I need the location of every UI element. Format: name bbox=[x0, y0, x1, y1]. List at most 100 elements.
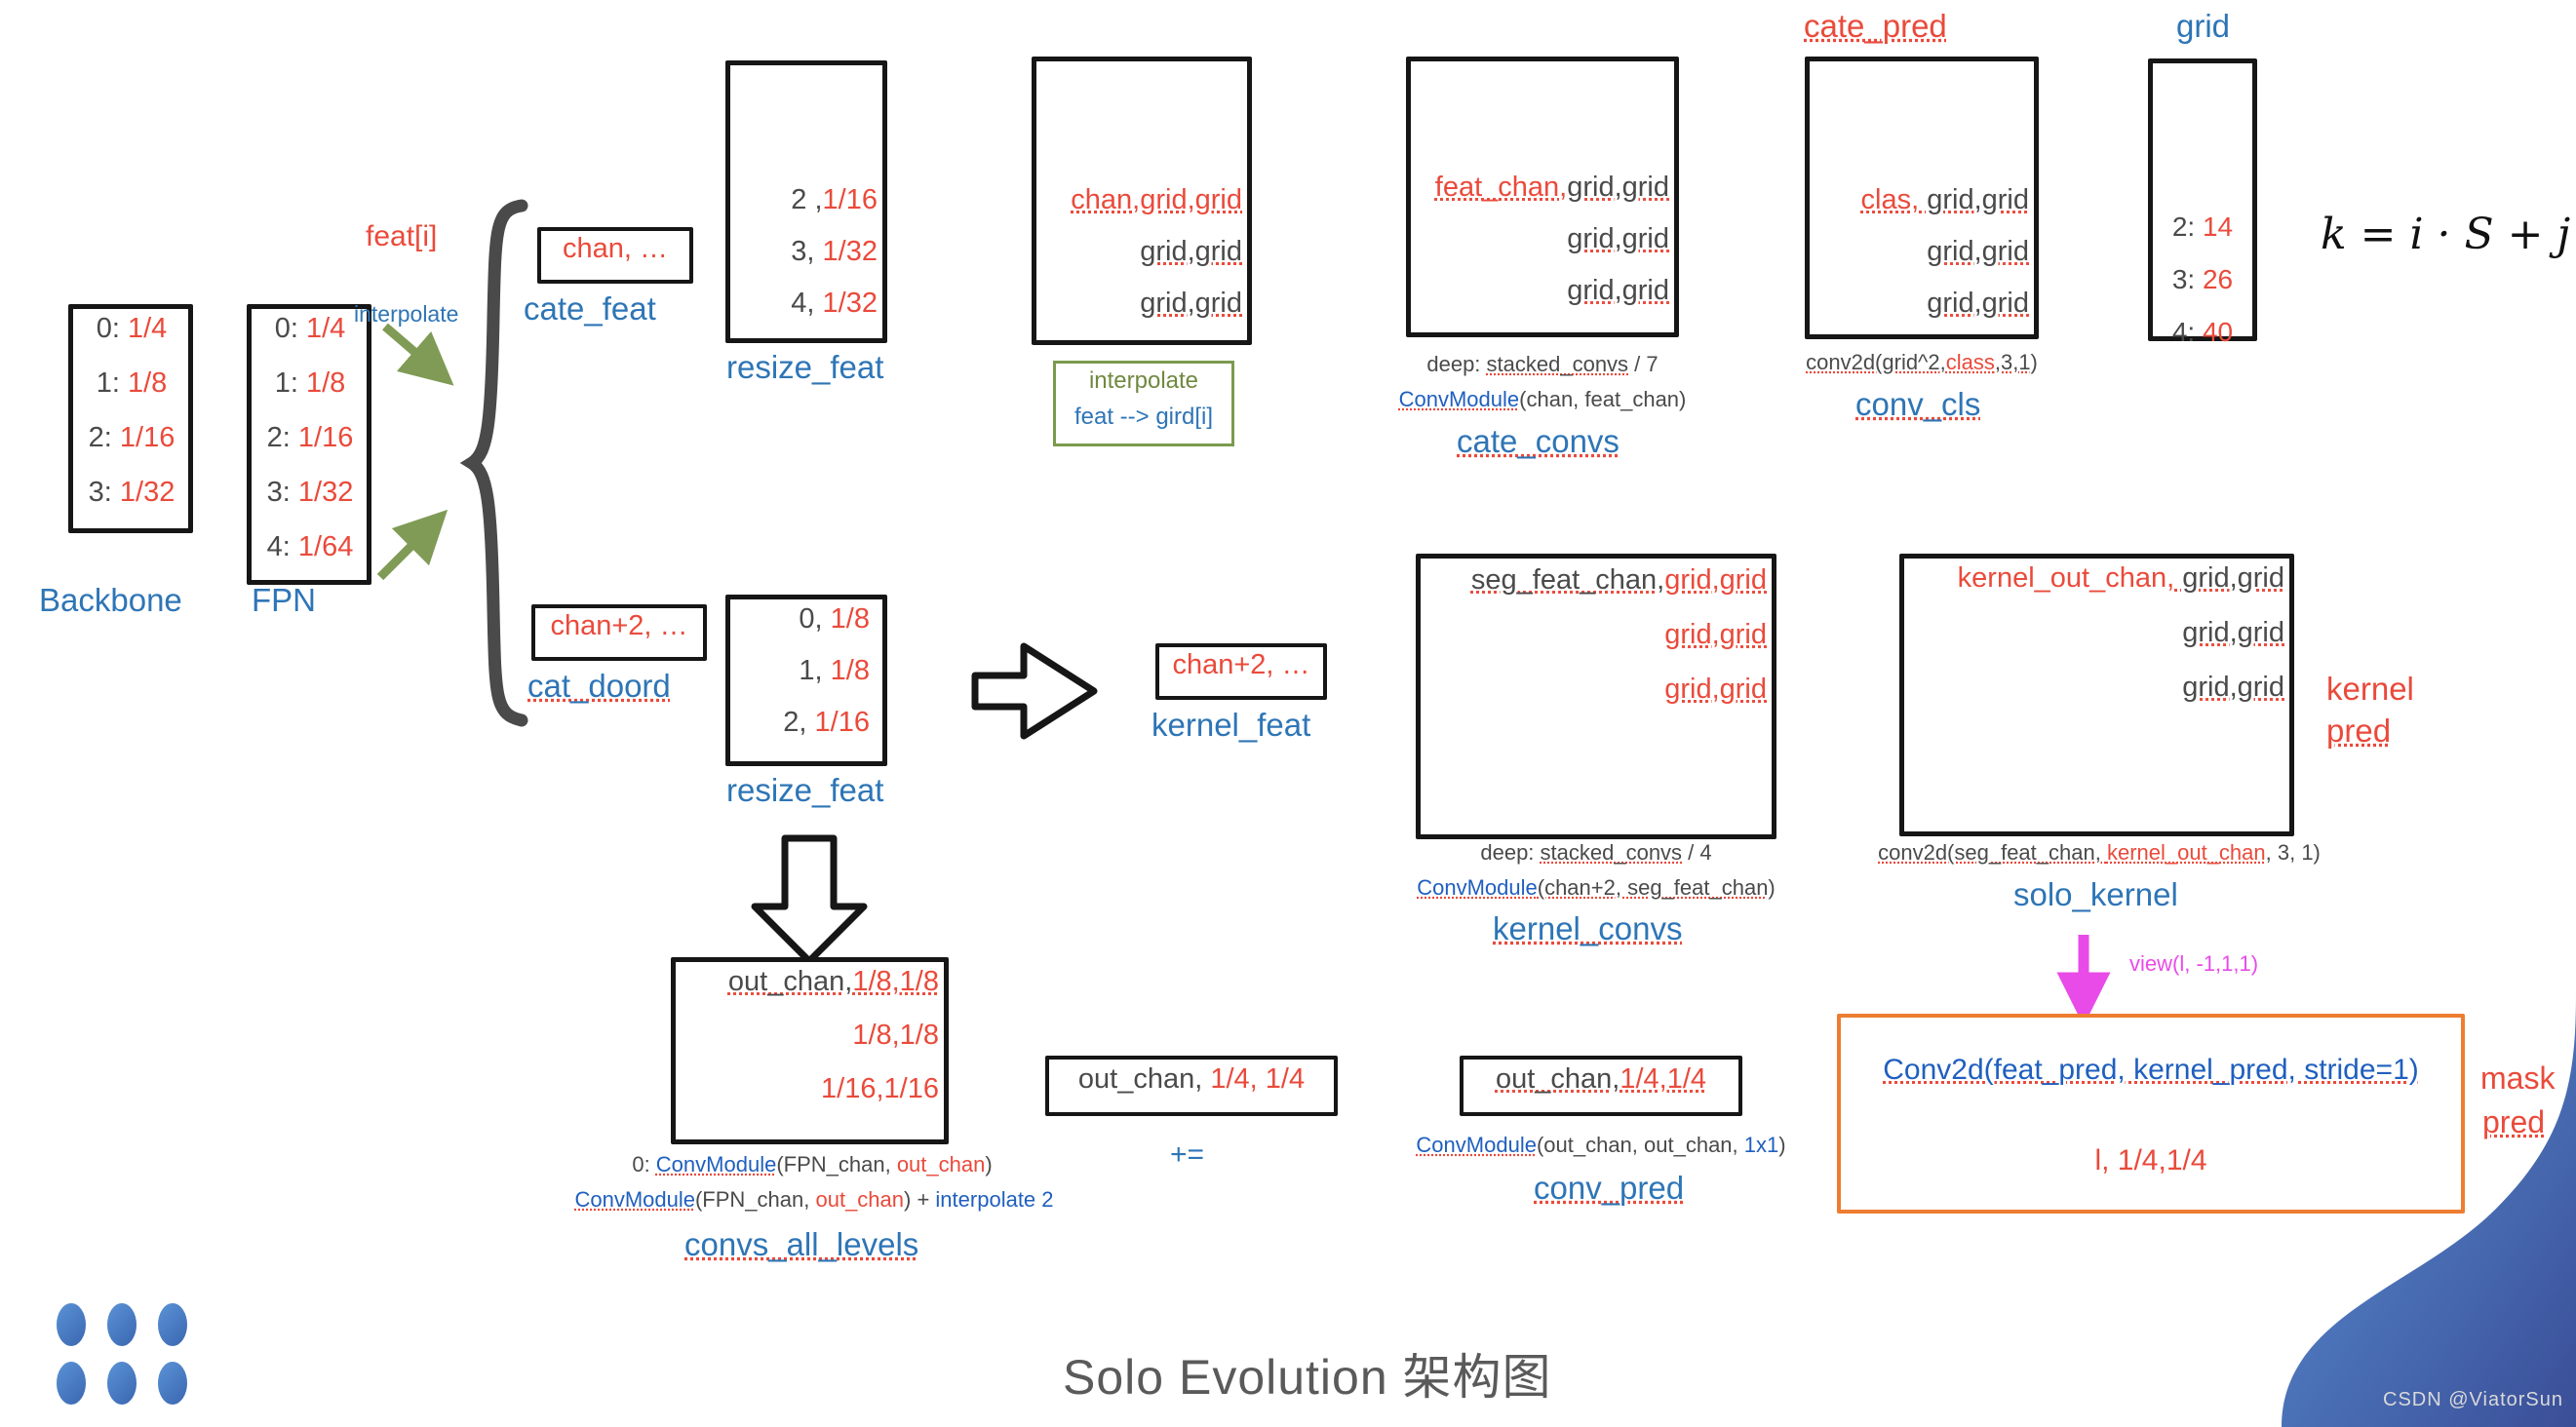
resize-feat-top-caption: resize_feat bbox=[726, 349, 884, 385]
resize-feat-bottom-caption: resize_feat bbox=[726, 772, 884, 808]
interpolate-note-line2: feat --> gird[i] bbox=[1073, 404, 1214, 430]
conv-pred-value-gray: out_chan, bbox=[1495, 1063, 1620, 1095]
fpn-row-1-index: 1: bbox=[274, 367, 298, 399]
backbone-row-0: 0: 1/4 bbox=[78, 314, 185, 343]
conv-cls-note-a: conv2d(grid^2, bbox=[1806, 350, 1946, 374]
backbone-caption: Backbone bbox=[39, 582, 182, 618]
fpn-row-4-index: 4: bbox=[266, 531, 291, 562]
conv-cls-caption: conv_cls bbox=[1855, 386, 1981, 422]
kernel-convs-row-0-head: seg_feat_chan, bbox=[1470, 564, 1665, 596]
resize-feat-top-row-2: 4, 1/32 bbox=[735, 289, 878, 318]
backbone-row-1-value: 1/8 bbox=[127, 367, 168, 399]
conv-pred-note-b: (out_chan, out_chan, bbox=[1536, 1133, 1744, 1157]
conv-pred-caption: conv_pred bbox=[1534, 1170, 1685, 1206]
kernel-convs-note1-a: deep: bbox=[1480, 840, 1541, 865]
kernel-convs-note2: ConvModule(chan+2, seg_feat_chan) bbox=[1396, 876, 1796, 899]
cate-convs-note2-a: ConvModule bbox=[1398, 387, 1520, 411]
mask-pred-line1: Conv2d(feat_pred, kernel_pred, stride=1) bbox=[1883, 1054, 2419, 1086]
kernel-feat-value: chan+2, … bbox=[1172, 649, 1310, 680]
resize-feat-bottom-row-2-index: 2, bbox=[783, 707, 807, 738]
fpn-row-3: 3: 1/32 bbox=[256, 478, 364, 507]
plus-equal-value-red: 1/4, 1/4 bbox=[1210, 1063, 1306, 1095]
grid-row-1-index: 3: bbox=[2171, 264, 2196, 294]
backbone-row-1: 1: 1/8 bbox=[78, 368, 185, 398]
fpn-row-0-index: 0: bbox=[274, 313, 298, 344]
cate-convs-note1: deep: stacked_convs / 7 bbox=[1386, 353, 1698, 375]
resize-feat-top-row-0-value: 1/16 bbox=[822, 184, 878, 215]
kernel-convs-note1: deep: stacked_convs / 4 bbox=[1396, 841, 1796, 864]
resize-feat-bottom-row-2: 2, 1/16 bbox=[733, 708, 870, 737]
backbone-row-0-value: 1/4 bbox=[127, 313, 168, 344]
cate-convs-row-1: grid,grid bbox=[1567, 223, 1669, 254]
view-label: view(l, -1,1,1) bbox=[2129, 951, 2259, 976]
kernel-pred-label-line1: kernel bbox=[2326, 671, 2414, 707]
grid-row-0: 2: 14 bbox=[2154, 212, 2251, 241]
backbone-row-1-index: 1: bbox=[96, 367, 120, 399]
cate-convs-note2-b: (chan, feat_chan) bbox=[1519, 387, 1687, 411]
conv-pred-value: out_chan,1/4,1/4 bbox=[1460, 1064, 1742, 1094]
convs-all-levels-note2-c: out_chan bbox=[815, 1187, 905, 1212]
cate-convs-row-0: feat_chan,grid,grid bbox=[1416, 173, 1669, 202]
fpn-row-1: 1: 1/8 bbox=[256, 368, 364, 398]
resize-feat-bottom-row-1-index: 1, bbox=[799, 655, 823, 686]
interpolate-note-line1: interpolate bbox=[1088, 367, 1199, 394]
cate-pred-label: cate_pred bbox=[1804, 8, 1947, 44]
conv-pred-note-a: ConvModule bbox=[1416, 1133, 1537, 1157]
fpn-row-3-value: 1/32 bbox=[297, 477, 354, 508]
backbone-row-2-index: 2: bbox=[88, 422, 112, 453]
resize-feat-top-row-2-index: 4, bbox=[791, 288, 815, 319]
cate-convs-caption: cate_convs bbox=[1457, 423, 1620, 459]
fpn-caption: FPN bbox=[252, 582, 316, 618]
conv-cls-note-c: ,3,1) bbox=[1994, 350, 2038, 374]
down-arrow-icon bbox=[751, 834, 868, 965]
convs-all-levels-row-0-tail: 1/8,1/8 bbox=[852, 966, 939, 997]
backbone-row-0-index: 0: bbox=[96, 313, 120, 344]
kernel-convs-note2-a: ConvModule bbox=[1417, 875, 1538, 900]
grid-box-caption: grid bbox=[2176, 8, 2231, 44]
conv-cls-row-0-tail: grid,grid bbox=[1919, 184, 2029, 215]
solo-kernel-note-a: conv2d(seg_feat_chan, bbox=[1878, 840, 2107, 865]
convs-all-levels-note1-b: ConvModule bbox=[655, 1152, 777, 1176]
convs-all-levels-note1: 0: ConvModule(FPN_chan, out_chan) bbox=[593, 1153, 1032, 1176]
solo-kernel-row-1: grid,grid bbox=[2182, 617, 2284, 648]
kernel-convs-caption: kernel_convs bbox=[1493, 910, 1683, 946]
conv-cls-note-b: class bbox=[1945, 350, 1995, 374]
conv-cls-row-2: grid,grid bbox=[1927, 288, 2029, 319]
kernel-convs-row-2: grid,grid bbox=[1664, 674, 1767, 705]
resize-feat-top-row-0-index: 2 , bbox=[791, 184, 823, 215]
solo-kernel-row-0-tail: grid,grid bbox=[2174, 562, 2284, 594]
solo-kernel-caption: solo_kernel bbox=[2013, 876, 2178, 912]
solo-kernel-note-b: kernel_out_chan bbox=[2106, 840, 2266, 865]
cate-convs-note1-b: stacked_convs bbox=[1486, 352, 1629, 376]
fpn-row-1-value: 1/8 bbox=[305, 367, 346, 399]
fpn-row-2-value: 1/16 bbox=[297, 422, 354, 453]
fpn-row-2: 2: 1/16 bbox=[256, 423, 364, 452]
resize-feat-bottom-row-1-value: 1/8 bbox=[830, 655, 870, 686]
resize-feat-bottom-row-2-value: 1/16 bbox=[814, 707, 870, 738]
backbone-row-3-index: 3: bbox=[88, 477, 112, 508]
conv-cls-row-1: grid,grid bbox=[1927, 236, 2029, 267]
watermark: CSDN @ViatorSun bbox=[2383, 1389, 2563, 1410]
backbone-row-3-value: 1/32 bbox=[119, 477, 176, 508]
convs-all-levels-note2-e: interpolate 2 bbox=[935, 1187, 1054, 1212]
cate-convs-note1-a: deep: bbox=[1426, 352, 1487, 376]
fpn-row-4-value: 1/64 bbox=[297, 531, 354, 562]
conv-pred-note: ConvModule(out_chan, out_chan, 1x1) bbox=[1416, 1134, 1786, 1156]
convs-all-levels-note1-e: ) bbox=[985, 1152, 993, 1176]
mask-pred-label-line1: mask bbox=[2480, 1061, 2556, 1096]
convs-all-levels-row-0-head: out_chan, bbox=[727, 966, 853, 997]
backbone-row-3: 3: 1/32 bbox=[78, 478, 185, 507]
solo-kernel-row-2: grid,grid bbox=[2182, 672, 2284, 703]
convs-all-levels-note1-d: out_chan bbox=[896, 1152, 986, 1176]
plus-equal-caption: += bbox=[1170, 1138, 1205, 1171]
interp-grid-row-0: chan,grid,grid bbox=[1071, 184, 1242, 215]
convs-all-levels-note1-a: 0: bbox=[632, 1152, 656, 1176]
resize-feat-bottom-row-1: 1, 1/8 bbox=[733, 656, 870, 685]
fpn-row-0: 0: 1/4 bbox=[256, 314, 364, 343]
resize-feat-top-row-2-value: 1/32 bbox=[822, 288, 878, 319]
kernel-feat-caption: kernel_feat bbox=[1151, 707, 1311, 743]
grid-row-1: 3: 26 bbox=[2154, 265, 2251, 293]
cate-convs-note2: ConvModule(chan, feat_chan) bbox=[1386, 388, 1698, 410]
convs-all-levels-row-2: 1/16,1/16 bbox=[821, 1073, 939, 1104]
conv-pred-value-red: 1/4,1/4 bbox=[1620, 1063, 1707, 1095]
